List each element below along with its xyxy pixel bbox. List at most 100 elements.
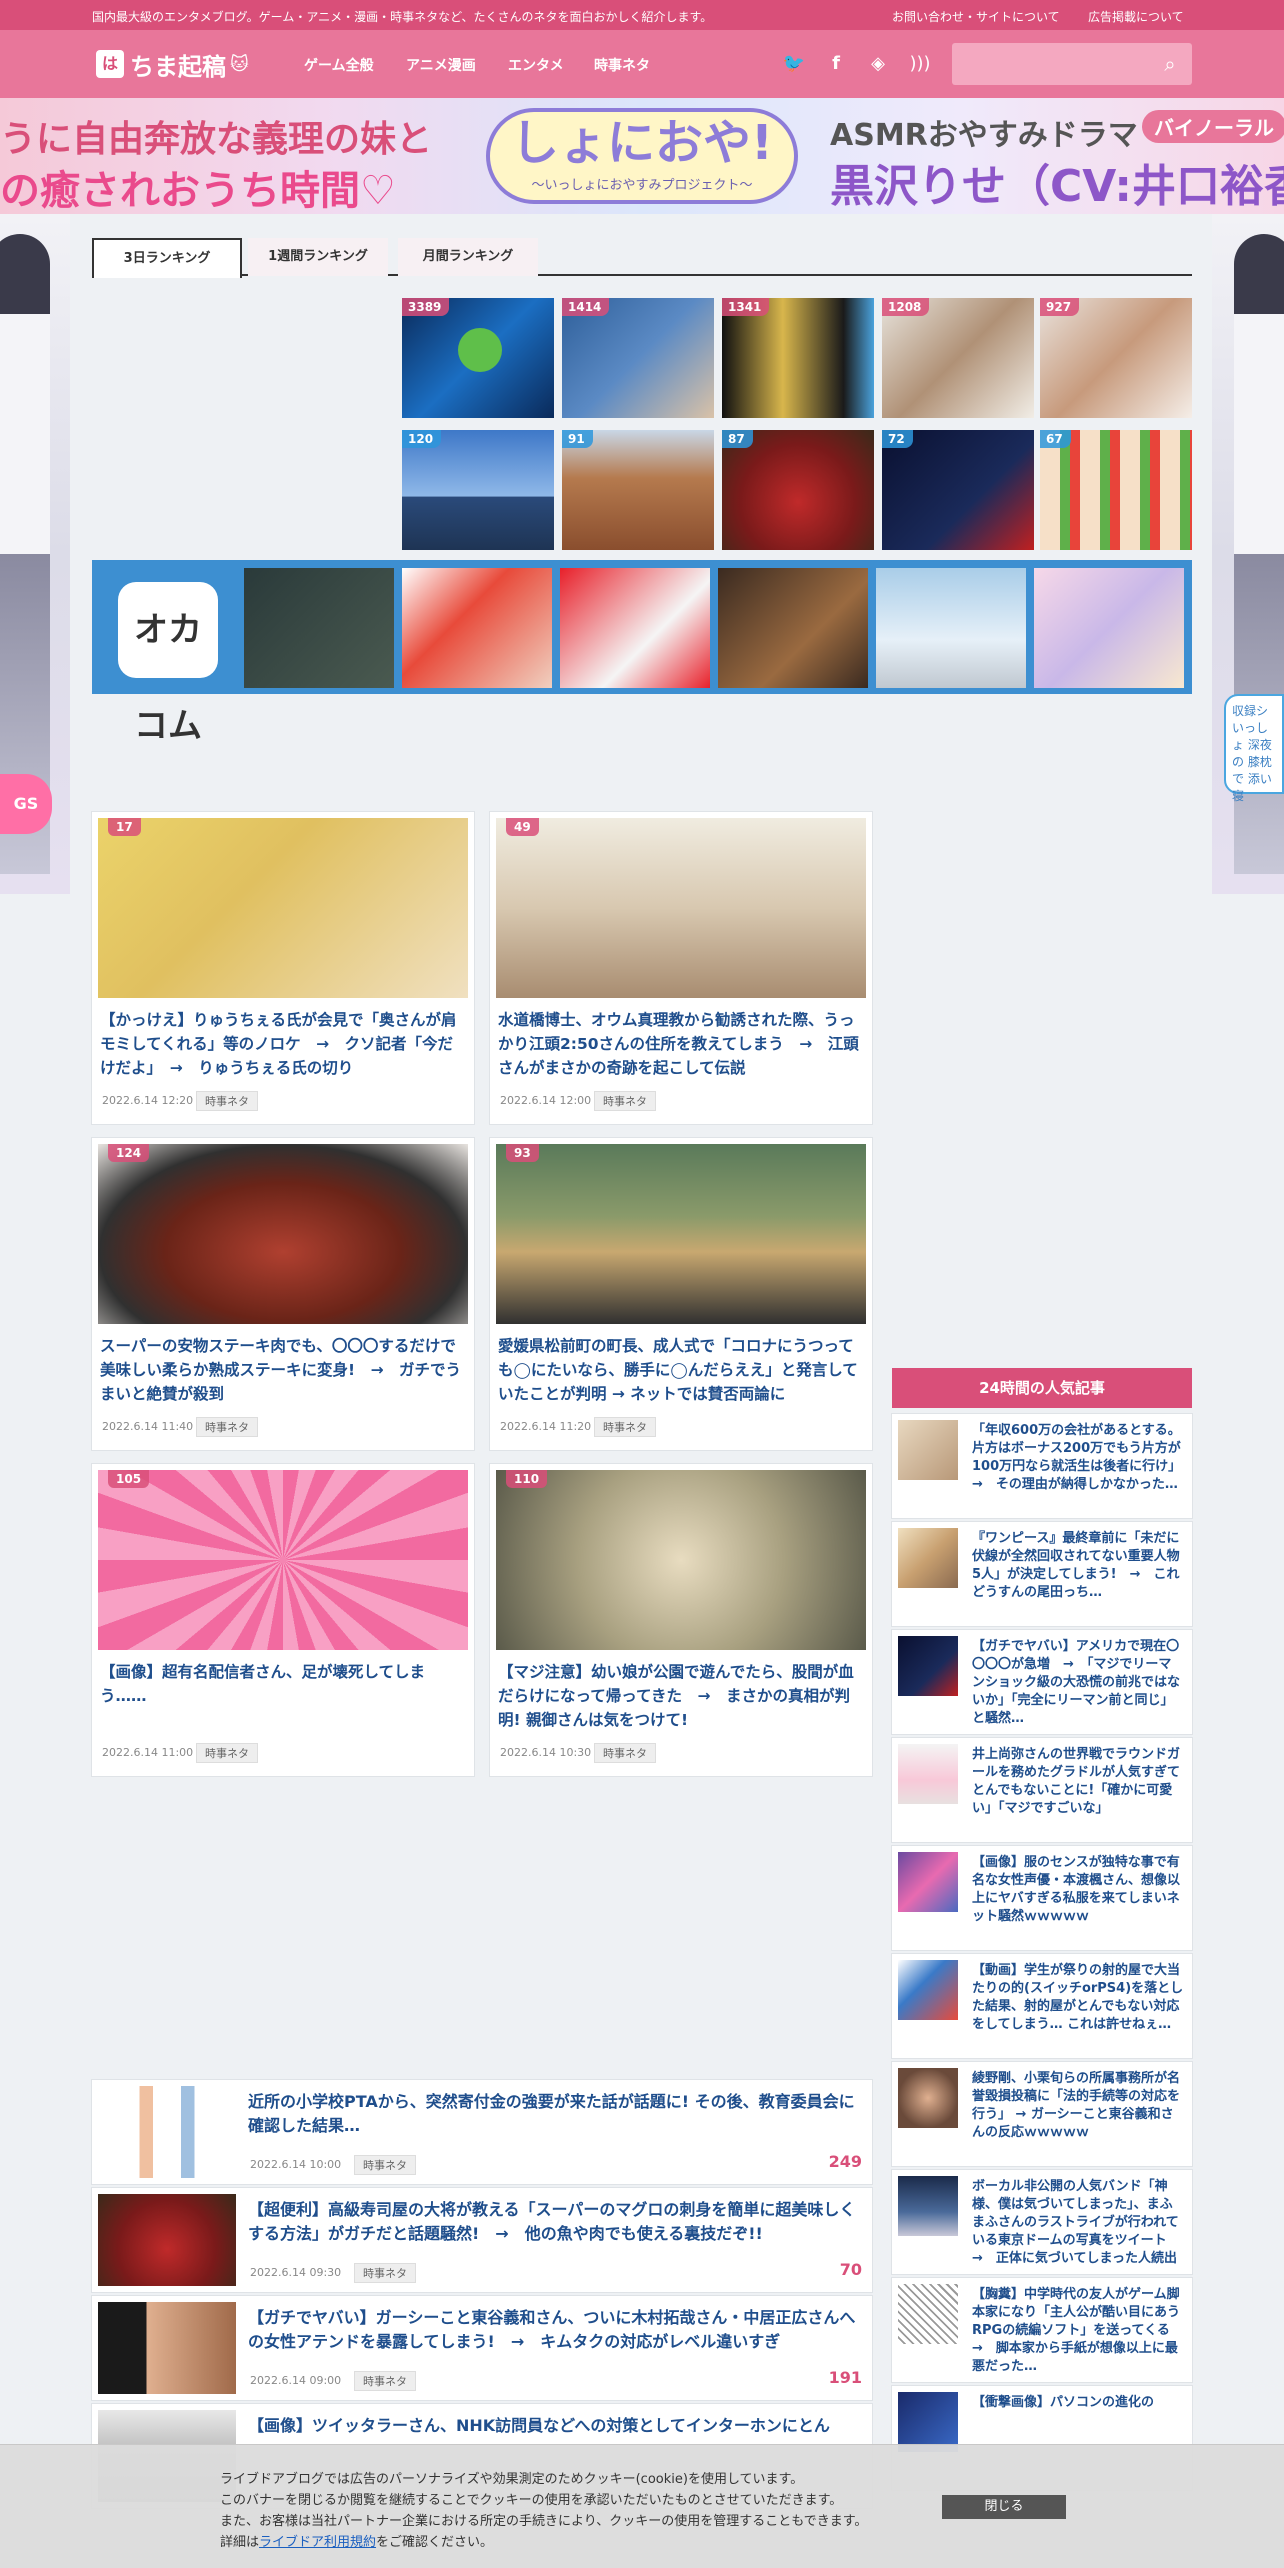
okazu-thumb[interactable] <box>1034 568 1184 688</box>
list-title[interactable]: 【超便利】高級寿司屋の大将が教える「スーパーのマグロの刺身を簡単に超美味しくする… <box>248 2198 864 2246</box>
cookie-line-pre: 詳細は <box>220 2535 260 2550</box>
article-card[interactable]: 49 水道橋博士、オウム真理教から勧誘された際、うっかり江頭2:50さんの住所を… <box>490 812 872 1124</box>
contact-link[interactable]: お問い合わせ・サイトについて <box>892 8 1060 25</box>
left-skin-ad[interactable]: GS <box>0 214 70 894</box>
popular-title[interactable]: 【胸糞】中学時代の友人がゲーム脚本家になり「主人公が酷い目にあうRPGの続編ソフ… <box>972 2286 1184 2378</box>
logo-text: ちま起稿 <box>130 52 226 81</box>
comment-count: 249 <box>828 2152 862 2171</box>
article-card[interactable]: 93 愛媛県松前町の町長、成人式で「コロナにうつっても◯にたいなら、勝手に◯んだ… <box>490 1138 872 1450</box>
popular-item[interactable]: 『ワンピース』最終章前に「未だに伏線が全然回収されてない重要人物5人」が決定して… <box>892 1522 1192 1626</box>
article-tag[interactable]: 時事ネタ <box>594 1091 656 1111</box>
tab-1week[interactable]: 1週間ランキング <box>248 238 388 276</box>
popular-thumb <box>898 2068 958 2128</box>
banner-center-logo: しょにおや! 〜いっしょにおやすみプロジェクト〜 <box>486 108 798 204</box>
ranking-thumb[interactable]: 3389 <box>402 298 554 418</box>
article-thumb: 17 <box>98 818 468 998</box>
ranking-thumb[interactable]: 67 <box>1040 430 1192 550</box>
ranking-thumb[interactable]: 1208 <box>882 298 1034 418</box>
popular-item[interactable]: ボーカル非公開の人気バンド「神様、僕は気づいてしまった」、まふまふさんのラストラ… <box>892 2170 1192 2274</box>
article-card[interactable]: 110 【マジ注意】幼い娘が公園で遊んでたら、股間が血だらけになって帰ってきた … <box>490 1464 872 1776</box>
cookie-line: ライブドアブログでは広告のパーソナライズや効果測定のためクッキー(cookie)… <box>220 2472 804 2487</box>
ranking-thumb[interactable]: 91 <box>562 430 714 550</box>
popular-item[interactable]: 井上尚弥さんの世界戦でラウンドガールを務めたグラドルが人気すぎてとんでもないこと… <box>892 1738 1192 1842</box>
comment-count: 927 <box>1040 298 1080 316</box>
popular-item[interactable]: 「年収600万の会社があるとする。片方はボーナス200万でもう片方が100万円な… <box>892 1414 1192 1518</box>
list-item[interactable]: 【超便利】高級寿司屋の大将が教える「スーパーのマグロの刺身を簡単に超美味しくする… <box>92 2188 872 2292</box>
site-logo[interactable]: は ちま起稿 🐱 <box>96 48 249 81</box>
article-date: 2022.6.14 12:20 <box>102 1094 194 1107</box>
popular-thumb <box>898 1960 958 2020</box>
list-item[interactable]: 【ガチでヤバい】ガーシーこと東谷義和さん、ついに木村拓哉さん・中居正広さんへの女… <box>92 2296 872 2400</box>
nav-entame[interactable]: エンタメ <box>508 55 564 75</box>
okazu-thumb[interactable] <box>244 568 394 688</box>
article-tag[interactable]: 時事ネタ <box>196 1091 258 1111</box>
popular-title[interactable]: 【動画】学生が祭りの射的屋で大当たりの的(スイッチorPS4)を落とした結果、射… <box>972 1962 1184 2054</box>
list-tag[interactable]: 時事ネタ <box>354 2371 416 2391</box>
search-icon[interactable]: ⌕ <box>1158 52 1182 76</box>
popular-item[interactable]: 【画像】服のセンスが独特な事で有名な女性声優・本渡楓さん、想像以上にヤバすぎる私… <box>892 1846 1192 1950</box>
nav-news[interactable]: 時事ネタ <box>594 55 650 75</box>
tab-3day[interactable]: 3日ランキング <box>92 238 242 278</box>
ranking-thumb[interactable]: 927 <box>1040 298 1192 418</box>
tab-monthly[interactable]: 月間ランキング <box>398 238 538 276</box>
ad-link[interactable]: 広告掲載について <box>1088 8 1184 25</box>
list-tag[interactable]: 時事ネタ <box>354 2263 416 2283</box>
article-date: 2022.6.14 11:20 <box>500 1420 592 1433</box>
okazu-logo[interactable]: オカコム <box>118 582 218 746</box>
popular-item[interactable]: 綾野剛、小栗旬らの所属事務所が名誉毀損投稿に「法的手続等の対応を行う」 → ガー… <box>892 2062 1192 2166</box>
top-banner-ad[interactable]: うに自由奔放な義理の妹と の癒されおうち時間♡ しょにおや! 〜いっしょにおやす… <box>0 98 1284 214</box>
article-tag[interactable]: 時事ネタ <box>196 1417 258 1437</box>
list-item[interactable]: 近所の小学校PTAから、突然寄付金の強要が来た話が話題に! その後、教育委員会に… <box>92 2080 872 2184</box>
article-title[interactable]: 【マジ注意】幼い娘が公園で遊んでたら、股間が血だらけになって帰ってきた → まさ… <box>498 1660 862 1732</box>
article-card[interactable]: 17 【かっけえ】りゅうちぇる氏が会見で「奥さんが肩モミしてくれる」等のノロケ … <box>92 812 474 1124</box>
nav-game[interactable]: ゲーム全般 <box>304 55 374 75</box>
popular-title[interactable]: 『ワンピース』最終章前に「未だに伏線が全然回収されてない重要人物5人」が決定して… <box>972 1530 1184 1622</box>
feedly-icon[interactable]: ◈ <box>866 52 890 76</box>
list-title[interactable]: 近所の小学校PTAから、突然寄付金の強要が来た話が話題に! その後、教育委員会に… <box>248 2090 864 2138</box>
popular-item[interactable]: 【動画】学生が祭りの射的屋で大当たりの的(スイッチorPS4)を落とした結果、射… <box>892 1954 1192 2058</box>
article-tag[interactable]: 時事ネタ <box>594 1417 656 1437</box>
right-skin-ad[interactable]: 収録シ いっしょ 深夜の 膝枕で 添い寝 <box>1212 214 1284 894</box>
article-tag[interactable]: 時事ネタ <box>196 1743 258 1763</box>
popular-title[interactable]: 【ガチでヤバい】アメリカで現在〇〇〇〇が急増 → 「マジでリーマンショック級の大… <box>972 1638 1184 1730</box>
nav-anime[interactable]: アニメ漫画 <box>406 55 476 75</box>
popular-item[interactable]: 【ガチでヤバい】アメリカで現在〇〇〇〇が急増 → 「マジでリーマンショック級の大… <box>892 1630 1192 1734</box>
popular-title[interactable]: ボーカル非公開の人気バンド「神様、僕は気づいてしまった」、まふまふさんのラストラ… <box>972 2178 1184 2270</box>
okazu-thumb[interactable] <box>718 568 868 688</box>
article-tag[interactable]: 時事ネタ <box>594 1743 656 1763</box>
article-title[interactable]: 愛媛県松前町の町長、成人式で「コロナにうつっても◯にたいなら、勝手に◯んだらええ… <box>498 1334 862 1406</box>
ranking-thumb[interactable]: 72 <box>882 430 1034 550</box>
ranking-thumb[interactable]: 1414 <box>562 298 714 418</box>
popular-item[interactable]: 【胸糞】中学時代の友人がゲーム脚本家になり「主人公が酷い目にあうRPGの続編ソフ… <box>892 2278 1192 2382</box>
top-bar: 国内最大級のエンタメブログ。ゲーム・アニメ・漫画・時事ネタなど、たくさんのネタを… <box>0 0 1284 30</box>
popular-title[interactable]: 「年収600万の会社があるとする。片方はボーナス200万でもう片方が100万円な… <box>972 1422 1184 1514</box>
rss-icon[interactable]: ))) <box>908 52 932 76</box>
share-count: 87 <box>722 430 753 448</box>
facebook-icon[interactable]: f <box>824 52 848 76</box>
popular-title[interactable]: 井上尚弥さんの世界戦でラウンドガールを務めたグラドルが人気すぎてとんでもないこと… <box>972 1746 1184 1838</box>
article-card[interactable]: 124 スーパーの安物ステーキ肉でも、〇〇〇するだけで美味しい柔らか熟成ステーキ… <box>92 1138 474 1450</box>
twitter-icon[interactable]: 🐦 <box>782 52 806 76</box>
cookie-text: ライブドアブログでは広告のパーソナライズや効果測定のためクッキー(cookie)… <box>220 2469 867 2553</box>
popular-title[interactable]: 綾野剛、小栗旬らの所属事務所が名誉毀損投稿に「法的手続等の対応を行う」 → ガー… <box>972 2070 1184 2162</box>
okazu-thumb[interactable] <box>402 568 552 688</box>
xbox-logo-icon <box>458 328 502 372</box>
list-tag[interactable]: 時事ネタ <box>354 2155 416 2175</box>
okazu-thumb[interactable] <box>876 568 1026 688</box>
article-title[interactable]: 【かっけえ】りゅうちぇる氏が会見で「奥さんが肩モミしてくれる」等のノロケ → ク… <box>100 1008 464 1080</box>
article-title[interactable]: 水道橋博士、オウム真理教から勧誘された際、うっかり江頭2:50さんの住所を教えて… <box>498 1008 862 1080</box>
cookie-close-button[interactable]: 閉じる <box>942 2495 1066 2519</box>
article-title[interactable]: 【画像】超有名配信者さん、足が壊死してしまう…… <box>100 1660 464 1732</box>
article-title[interactable]: スーパーの安物ステーキ肉でも、〇〇〇するだけで美味しい柔らか熟成ステーキに変身!… <box>100 1334 464 1406</box>
article-date: 2022.6.14 11:40 <box>102 1420 194 1433</box>
search-input[interactable] <box>952 43 1142 85</box>
list-title[interactable]: 【ガチでヤバい】ガーシーこと東谷義和さん、ついに木村拓哉さん・中居正広さんへの女… <box>248 2306 864 2354</box>
ranking-thumb[interactable]: 1341 <box>722 298 874 418</box>
article-card[interactable]: 105 【画像】超有名配信者さん、足が壊死してしまう…… 2022.6.14 1… <box>92 1464 474 1776</box>
ranking-thumb[interactable]: 87 <box>722 430 874 550</box>
terms-link[interactable]: ライブドア利用規約 <box>259 2535 376 2550</box>
popular-title[interactable]: 【画像】服のセンスが独特な事で有名な女性声優・本渡楓さん、想像以上にヤバすぎる私… <box>972 1854 1184 1946</box>
okazu-thumb[interactable] <box>560 568 710 688</box>
comment-count: 1341 <box>722 298 770 316</box>
ranking-thumb[interactable]: 120 <box>402 430 554 550</box>
